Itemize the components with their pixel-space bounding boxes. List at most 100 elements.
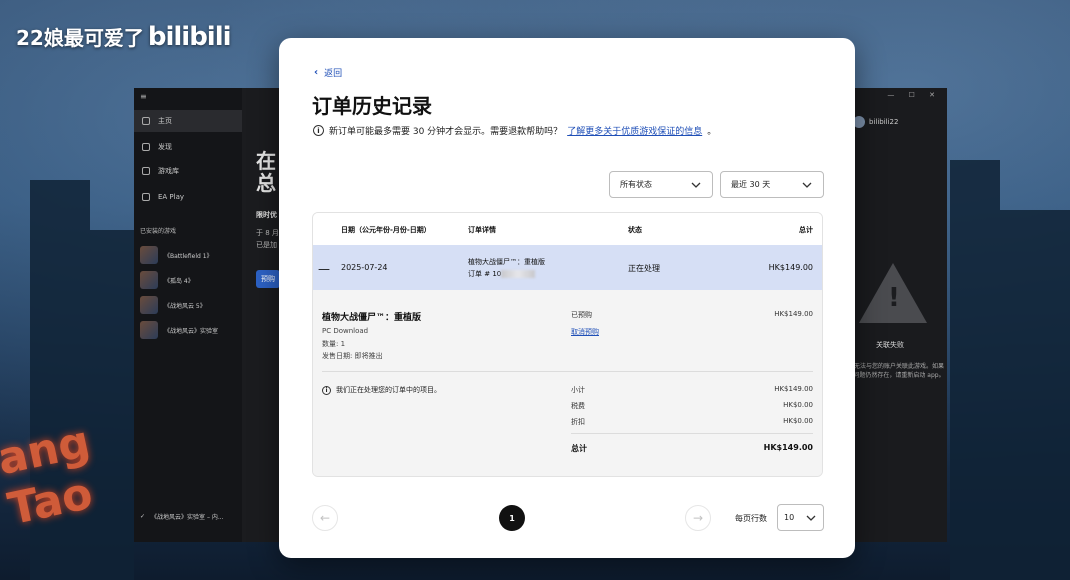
sidebar-item-ea-play[interactable]: EA Play bbox=[134, 186, 242, 208]
rows-per-page-value: 10 bbox=[784, 513, 795, 522]
info-icon: i bbox=[313, 125, 324, 136]
collapse-icon[interactable]: — bbox=[318, 262, 330, 276]
exclamation-icon: ! bbox=[888, 283, 900, 313]
game-title: 《孤岛 4》 bbox=[164, 277, 194, 285]
item-platform: PC Download bbox=[322, 327, 369, 335]
info-suffix: 。 bbox=[707, 127, 717, 137]
column-header-status: 状态 bbox=[628, 226, 642, 234]
info-text: 新订单可能最多需要 30 分钟才会显示。需要退款帮助吗？ bbox=[329, 127, 563, 137]
info-message: i 新订单可能最多需要 30 分钟才会显示。需要退款帮助吗？ 了解更多关于优质游戏… bbox=[313, 124, 716, 137]
background-building bbox=[90, 230, 134, 580]
game-title: 《战地风云 5》 bbox=[164, 302, 206, 310]
back-label: 返回 bbox=[324, 69, 343, 79]
headline-line: 在 bbox=[256, 149, 276, 173]
ea-play-icon bbox=[142, 193, 150, 201]
order-history-modal: ‹ 返回 订单历史记录 i 新订单可能最多需要 30 分钟才会显示。需要退款帮助… bbox=[279, 38, 855, 558]
order-status: 正在处理 bbox=[628, 264, 660, 273]
username: bilibili22 bbox=[869, 118, 899, 126]
bilibili-logo: bilibili bbox=[147, 22, 232, 52]
column-header-total: 总计 bbox=[799, 226, 813, 234]
app-sidebar: ≡ 主页 发现 游戏库 EA Play 已安装的游戏 《Battlefield … bbox=[134, 88, 242, 542]
recent-game-item[interactable]: 《战地风云》实验室 bbox=[140, 321, 218, 339]
order-number: 订单 # 10 bbox=[468, 268, 545, 280]
item-price: HK$149.00 bbox=[774, 310, 813, 318]
recent-game-item[interactable]: 《战地风云 5》 bbox=[140, 296, 206, 314]
order-date: 2025-07-24 bbox=[341, 263, 388, 272]
app-small-text: 于 8 月 bbox=[256, 229, 279, 237]
tax-label: 税费 bbox=[571, 402, 585, 410]
rows-per-page-select[interactable]: 10 bbox=[777, 504, 824, 531]
check-icon: ✓ bbox=[140, 513, 146, 520]
sidebar-item-home[interactable]: 主页 bbox=[134, 110, 242, 132]
order-details: 植物大战僵尸™：重植版 订单 # 10 bbox=[468, 256, 545, 280]
download-status-text: 《战地风云》实验室 – 内... bbox=[151, 514, 224, 521]
status-filter-select[interactable]: 所有状态 bbox=[609, 171, 713, 198]
sidebar-item-library[interactable]: 游戏库 bbox=[134, 160, 242, 182]
discount-value: HK$0.00 bbox=[783, 417, 813, 425]
item-release-date: 发售日期: 即将推出 bbox=[322, 352, 383, 360]
page-title: 订单历史记录 bbox=[312, 94, 432, 118]
subtotal-label: 小计 bbox=[571, 386, 585, 394]
column-header-details: 订单详情 bbox=[468, 226, 496, 234]
background-building bbox=[1000, 210, 1070, 580]
divider bbox=[322, 371, 813, 372]
game-thumbnail bbox=[140, 246, 158, 264]
recent-game-item[interactable]: 《Battlefield 1》 bbox=[140, 246, 213, 264]
order-product: 植物大战僵尸™：重植版 bbox=[468, 258, 545, 266]
status-filter-value: 所有状态 bbox=[620, 180, 652, 189]
previous-page-button[interactable]: ← bbox=[312, 505, 338, 531]
column-header-date: 日期（公元年份-月份-日期） bbox=[341, 226, 431, 234]
watermark: 22娘最可爱了 bilibili bbox=[16, 22, 232, 52]
headline-line: 总 bbox=[256, 171, 276, 195]
sidebar-item-label: 发现 bbox=[158, 143, 172, 151]
download-status[interactable]: ✓ 《战地风云》实验室 – 内... bbox=[140, 512, 224, 521]
preorder-button[interactable]: 预购 bbox=[256, 270, 280, 288]
tax-value: HK$0.00 bbox=[783, 401, 813, 409]
item-name: 植物大战僵尸™：重植版 bbox=[322, 313, 422, 323]
chevron-down-icon bbox=[691, 182, 701, 188]
item-quantity: 数量: 1 bbox=[322, 340, 346, 348]
app-small-text: 已是加 bbox=[256, 241, 277, 249]
window-controls[interactable]: — ☐ ✕ bbox=[887, 91, 941, 99]
game-title: 《战地风云》实验室 bbox=[164, 327, 219, 335]
background-building bbox=[950, 160, 1000, 580]
order-total: HK$149.00 bbox=[768, 263, 813, 272]
error-title: 关联失败 bbox=[876, 341, 904, 349]
preorder-state: 已预购 bbox=[571, 311, 592, 319]
subtotal-value: HK$149.00 bbox=[774, 385, 813, 393]
arrow-left-icon: ← bbox=[319, 511, 331, 525]
sidebar-item-label: 游戏库 bbox=[158, 167, 179, 175]
cancel-preorder-link[interactable]: 取消预购 bbox=[571, 327, 599, 337]
date-range-value: 最近 30 天 bbox=[731, 180, 771, 189]
game-thumbnail bbox=[140, 296, 158, 314]
game-thumbnail bbox=[140, 321, 158, 339]
discount-label: 折扣 bbox=[571, 418, 585, 426]
chevron-left-icon: ‹ bbox=[314, 67, 319, 78]
app-headline: 在总 bbox=[256, 150, 276, 194]
page-1-button[interactable]: 1 bbox=[499, 505, 525, 531]
order-number-prefix: 订单 # 10 bbox=[468, 270, 502, 278]
refund-info-link[interactable]: 了解更多关于优质游戏保证的信息 bbox=[567, 124, 702, 137]
table-row[interactable]: — 2025-07-24 植物大战僵尸™：重植版 订单 # 10 正在处理 HK… bbox=[313, 245, 822, 290]
sidebar-item-discover[interactable]: 发现 bbox=[134, 136, 242, 158]
grand-total-label: 总计 bbox=[571, 444, 587, 453]
chevron-down-icon bbox=[806, 515, 816, 521]
back-link[interactable]: ‹ 返回 bbox=[314, 66, 342, 79]
chevron-down-icon bbox=[802, 182, 812, 188]
game-thumbnail bbox=[140, 271, 158, 289]
date-range-select[interactable]: 最近 30 天 bbox=[720, 171, 824, 198]
info-icon: i bbox=[322, 385, 331, 395]
sidebar-item-label: EA Play bbox=[158, 193, 185, 201]
arrow-right-icon: → bbox=[692, 511, 704, 525]
user-profile[interactable]: bilibili22 bbox=[853, 116, 898, 128]
game-title: 《Battlefield 1》 bbox=[164, 252, 213, 260]
discover-icon bbox=[142, 143, 150, 151]
home-icon bbox=[142, 117, 150, 125]
redacted-order-number bbox=[501, 270, 536, 278]
processing-note-text: 我们正在处理您的订单中的项目。 bbox=[336, 386, 441, 394]
menu-icon[interactable]: ≡ bbox=[140, 92, 147, 101]
divider bbox=[571, 433, 813, 434]
recent-game-item[interactable]: 《孤岛 4》 bbox=[140, 271, 194, 289]
next-page-button[interactable]: → bbox=[685, 505, 711, 531]
watermark-text: 22娘最可爱了 bbox=[16, 26, 144, 50]
